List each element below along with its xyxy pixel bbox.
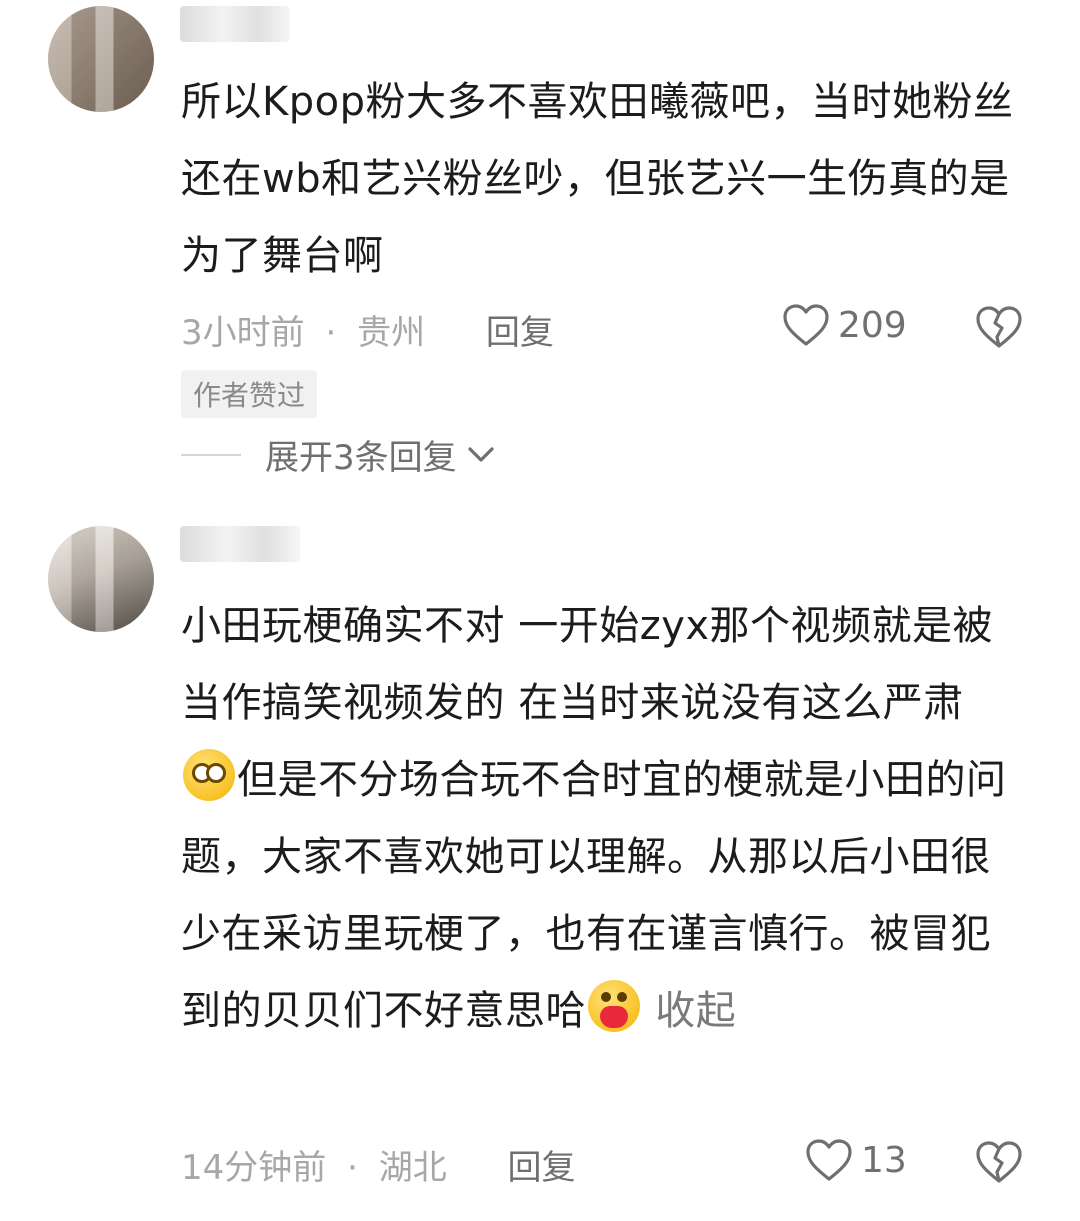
comment-1: 所以Kpop粉大多不喜欢田曦薇吧，当时她粉丝还在wb和艺兴粉丝吵，但张艺兴一生伤… — [0, 0, 1080, 480]
location: 湖北 — [378, 1148, 447, 1188]
chevron-down-icon — [468, 446, 494, 462]
comment-text: 所以Kpop粉大多不喜欢田曦薇吧，当时她粉丝还在wb和艺兴粉丝吵，但张艺兴一生伤… — [181, 79, 1014, 279]
heart-outline-icon — [783, 304, 829, 346]
dazed-face-emoji — [183, 749, 235, 801]
author-liked-badge: 作者赞过 — [181, 370, 318, 418]
expand-replies[interactable]: 展开3条回复 — [181, 430, 495, 479]
meta-separator: · — [347, 1148, 358, 1188]
broken-heart-icon — [976, 1141, 1022, 1183]
divider-line — [181, 453, 241, 456]
like-button[interactable]: 13 — [805, 1138, 907, 1182]
face-holding-heart-emoji — [588, 980, 640, 1032]
comment-text: 小田玩梗确实不对 一开始zyx那个视频就是被当作搞笑视频发的 在当时来说没有这么… — [181, 603, 1007, 1034]
reply-button[interactable]: 回复 — [508, 1148, 576, 1188]
dislike-button[interactable] — [975, 305, 1023, 353]
username-redacted[interactable] — [180, 6, 290, 42]
dislike-button[interactable] — [975, 1140, 1023, 1188]
broken-heart-icon — [976, 306, 1022, 348]
like-count: 209 — [838, 304, 907, 346]
like-button[interactable]: 209 — [782, 303, 907, 347]
comment-2: 小田玩梗确实不对 一开始zyx那个视频就是被当作搞笑视频发的 在当时来说没有这么… — [0, 500, 1080, 1221]
collapse-button[interactable]: 收起 — [655, 988, 736, 1034]
avatar[interactable] — [48, 6, 154, 112]
meta-separator: · — [325, 313, 337, 353]
timestamp: 14分钟前 — [181, 1148, 327, 1188]
timestamp: 3小时前 — [181, 313, 305, 353]
username-redacted[interactable] — [180, 526, 300, 562]
location: 贵州 — [357, 313, 426, 353]
like-count: 13 — [861, 1139, 907, 1181]
heart-outline-icon — [806, 1139, 852, 1181]
reply-button[interactable]: 回复 — [486, 313, 554, 353]
expand-label: 展开3条回复 — [265, 438, 457, 478]
avatar[interactable] — [48, 526, 154, 632]
comment-meta: 3小时前 · 贵州 回复 — [181, 305, 554, 354]
comment-meta: 14分钟前 · 湖北 回复 — [181, 1140, 576, 1189]
